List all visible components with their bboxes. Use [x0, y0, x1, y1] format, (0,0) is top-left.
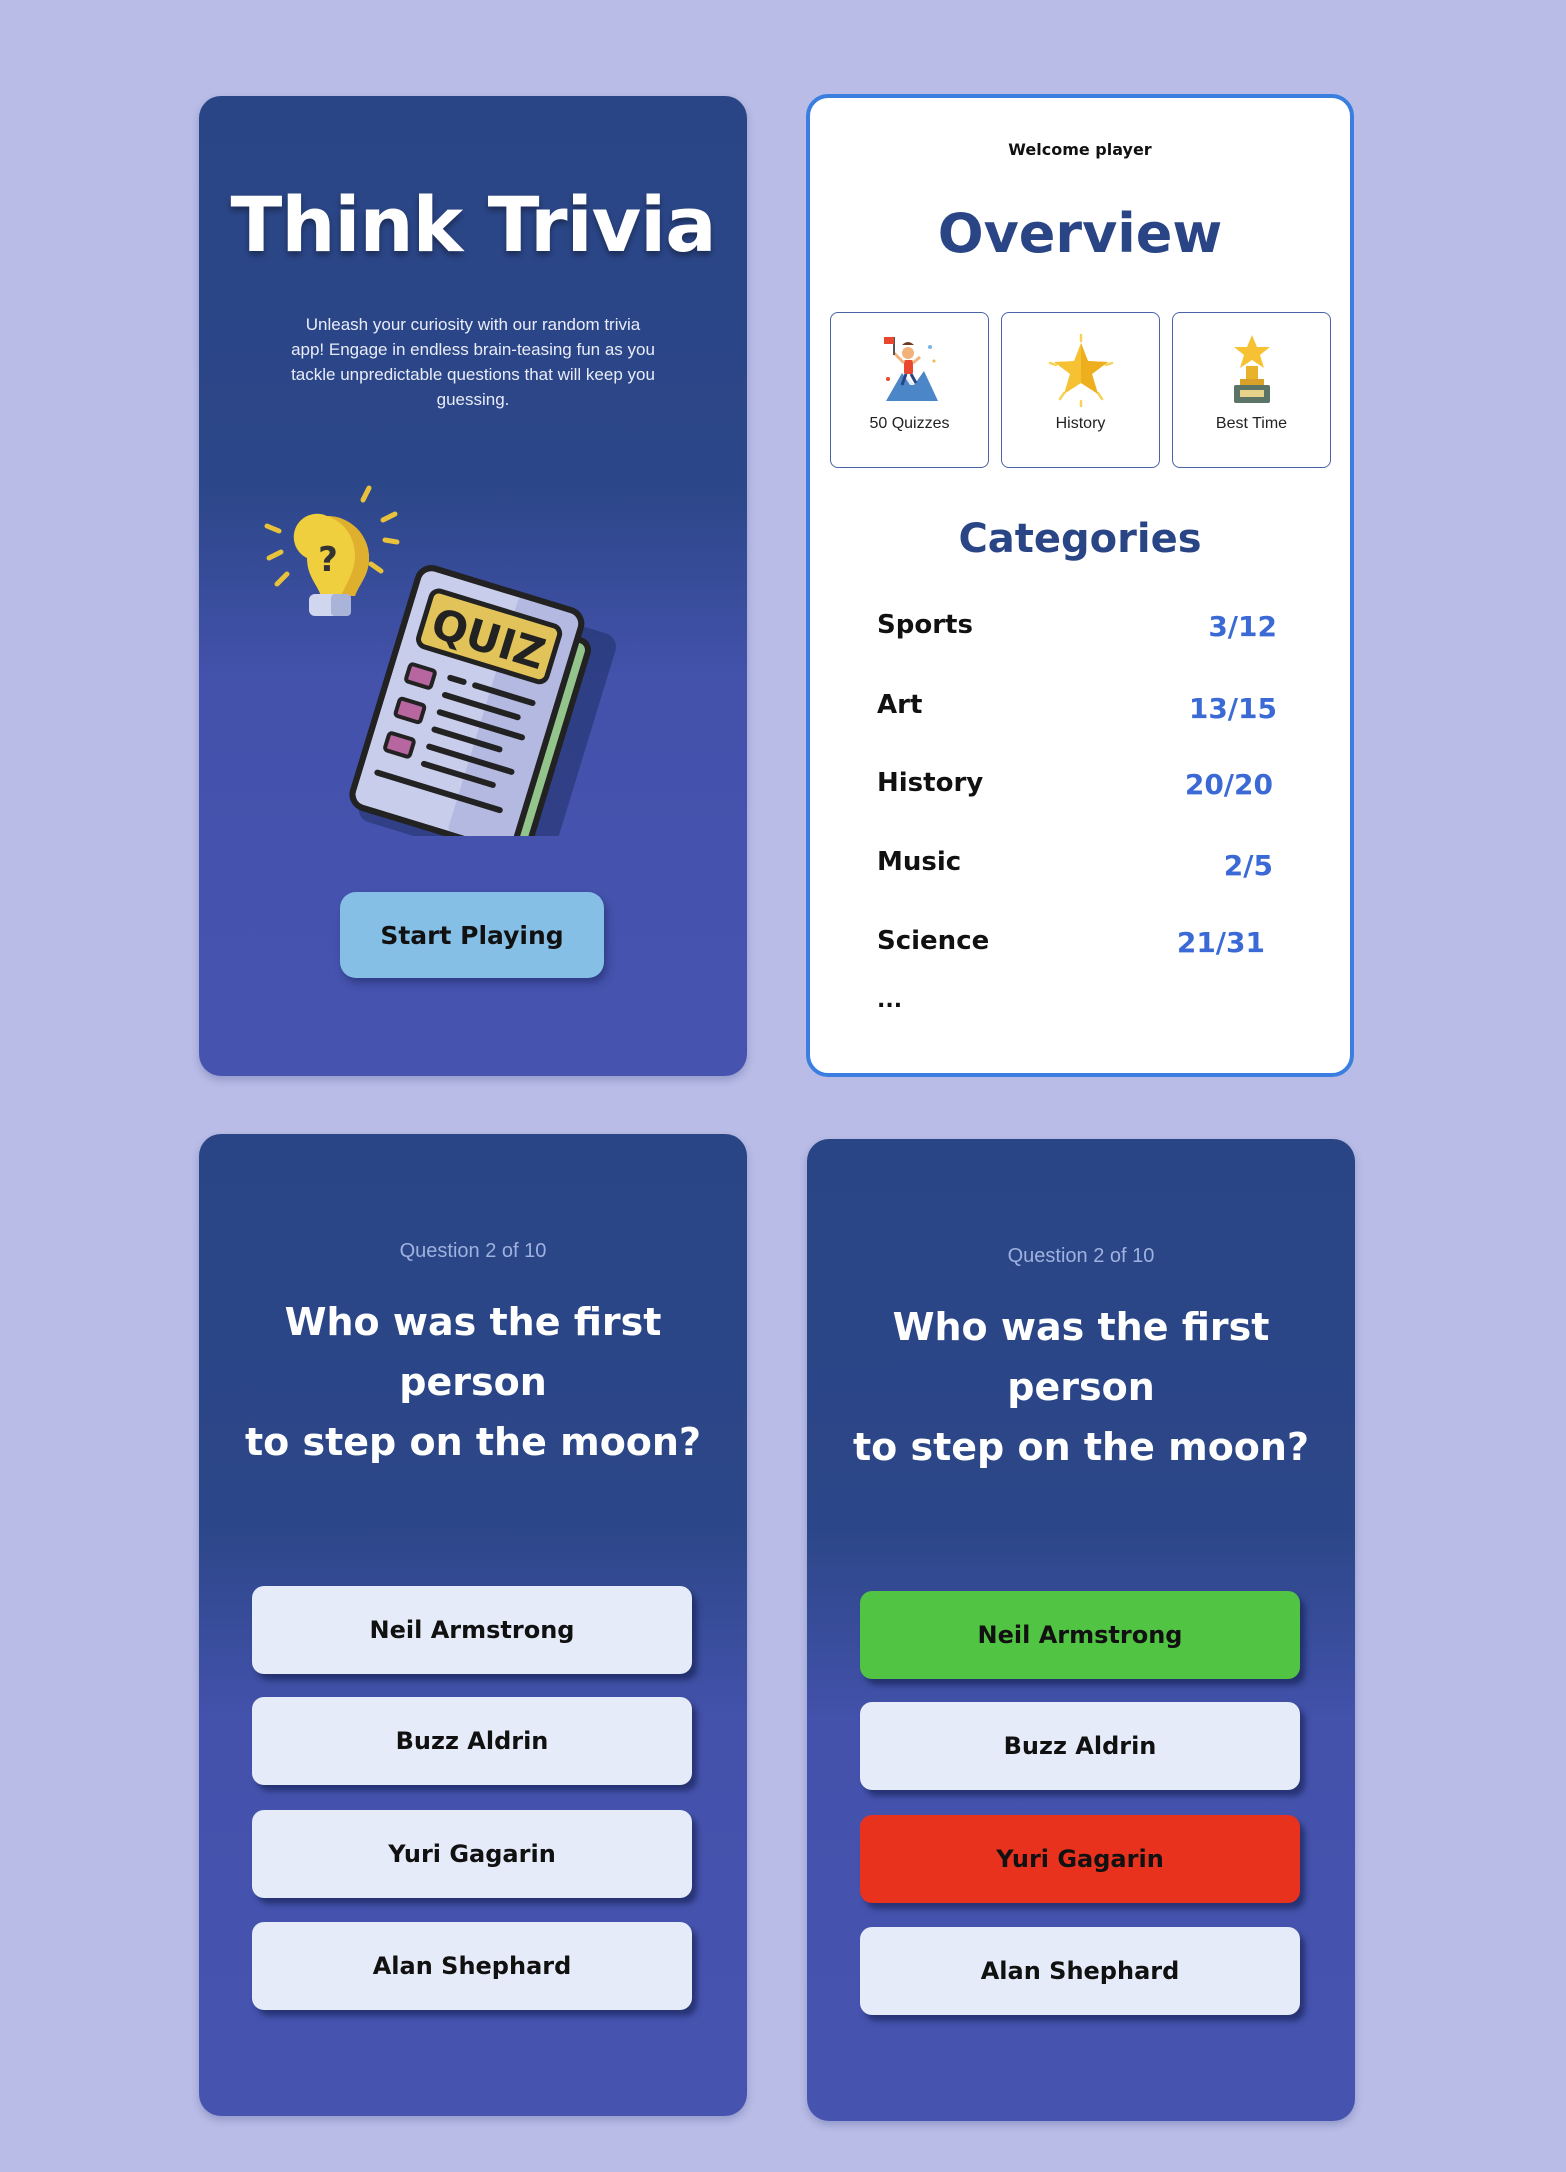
start-playing-button[interactable]: Start Playing	[340, 892, 604, 978]
trophy-icon	[1233, 335, 1270, 403]
climber-flag-icon	[883, 337, 938, 401]
answer-option[interactable]: Neil Armstrong	[252, 1586, 692, 1674]
category-score: 3/12	[1208, 610, 1277, 643]
category-name: Science	[877, 926, 990, 956]
answer-option[interactable]: Buzz Aldrin	[860, 1702, 1300, 1790]
category-score: 20/20	[1184, 768, 1273, 801]
category-name: History	[877, 768, 984, 798]
category-score: 2/5	[1223, 849, 1273, 882]
app-title: Think Trivia	[230, 180, 716, 269]
question-screen: Question 2 of 10 Who was the first perso…	[199, 1134, 747, 2116]
overview-title: Overview	[937, 202, 1223, 265]
category-row-history[interactable]: History 20/20	[877, 768, 1277, 808]
question-result-screen: Question 2 of 10 Who was the first perso…	[807, 1139, 1355, 2121]
categories-title: Categories	[958, 516, 1202, 562]
category-score: 13/15	[1188, 692, 1277, 725]
quiz-illustration: ? QUIZ	[264, 485, 616, 836]
category-row-sports[interactable]: Sports 3/12	[877, 610, 1277, 650]
welcome-text: Welcome player	[1008, 140, 1152, 159]
category-name: Music	[877, 847, 962, 877]
category-row-music[interactable]: Music 2/5	[877, 847, 1277, 887]
star-icon	[1048, 333, 1113, 407]
lightbulb-icon: ?	[264, 485, 400, 616]
answer-option-wrong[interactable]: Yuri Gagarin	[860, 1815, 1300, 1903]
category-row-science[interactable]: Science 21/31	[877, 926, 1277, 966]
app-tagline: Unleash your curiosity with our random t…	[291, 315, 655, 409]
category-score: 21/31	[1176, 926, 1265, 959]
category-row-art[interactable]: Art 13/15	[877, 690, 1277, 730]
category-name: Art	[877, 690, 923, 720]
svg-text:?: ?	[318, 540, 338, 580]
intro-screen: Think Trivia Unleash your curiosity with…	[199, 96, 747, 1076]
question-counter: Question 2 of 10	[399, 1240, 547, 1262]
question-counter: Question 2 of 10	[1007, 1245, 1155, 1267]
more-categories-indicator[interactable]: ...	[877, 988, 902, 1013]
tile-label: History	[1055, 415, 1106, 432]
tile-quizzes[interactable]: 50 Quizzes	[830, 312, 989, 468]
question-text: Who was the first person to step on the …	[853, 1305, 1309, 1469]
answer-option[interactable]: Buzz Aldrin	[252, 1697, 692, 1785]
newspaper-quiz-icon: QUIZ	[349, 565, 616, 836]
tile-label: 50 Quizzes	[869, 415, 950, 432]
answer-option-correct[interactable]: Neil Armstrong	[860, 1591, 1300, 1679]
answer-option[interactable]: Yuri Gagarin	[252, 1810, 692, 1898]
overview-screen: Welcome player Overview 50 Quizzes Histo…	[806, 94, 1354, 1077]
tile-label: Best Time	[1215, 415, 1288, 432]
tile-history[interactable]: History	[1001, 312, 1160, 468]
question-text: Who was the first person to step on the …	[245, 1300, 701, 1464]
category-name: Sports	[877, 610, 973, 640]
tile-best-time[interactable]: Best Time	[1172, 312, 1331, 468]
answer-option[interactable]: Alan Shephard	[252, 1922, 692, 2010]
answer-option[interactable]: Alan Shephard	[860, 1927, 1300, 2015]
